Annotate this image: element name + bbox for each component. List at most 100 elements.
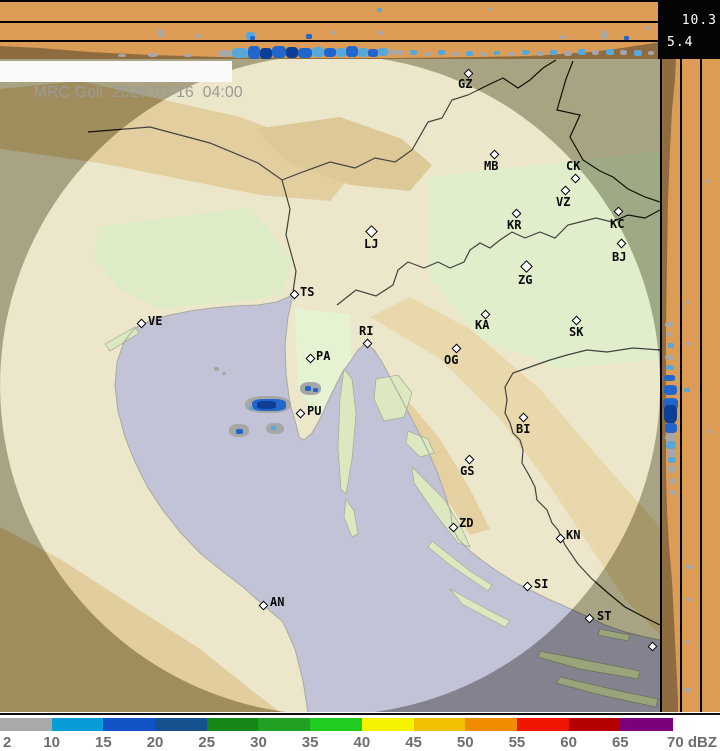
radar-echo bbox=[706, 180, 710, 183]
city-label: CK bbox=[566, 159, 581, 173]
scale-label: 65 bbox=[611, 734, 629, 751]
radar-echo bbox=[324, 48, 336, 57]
scale-label: 45 bbox=[405, 734, 422, 751]
scale-segment bbox=[516, 718, 570, 731]
radar-echo bbox=[708, 430, 712, 433]
scale-label: 55 bbox=[508, 734, 526, 751]
radar-echo bbox=[684, 688, 691, 692]
radar-echo bbox=[396, 50, 404, 55]
radar-echo bbox=[488, 7, 492, 11]
radar-echo bbox=[313, 388, 318, 392]
city-label: BI bbox=[516, 422, 531, 436]
city-label: GS bbox=[460, 464, 475, 478]
radar-echo bbox=[346, 46, 358, 57]
radar-echo bbox=[118, 54, 126, 57]
city-label: OG bbox=[444, 353, 459, 367]
radar-echo bbox=[592, 50, 599, 55]
city-label: PU bbox=[307, 404, 322, 418]
radar-echo bbox=[564, 51, 572, 56]
city-label: ST bbox=[597, 609, 612, 623]
radar-echo bbox=[452, 52, 459, 56]
radar-echo bbox=[670, 490, 676, 495]
scale-label: 25 bbox=[198, 734, 216, 751]
scale-segment bbox=[620, 718, 673, 731]
scale-label: 60 bbox=[560, 734, 577, 751]
radar-echo bbox=[378, 31, 383, 35]
radar-echo bbox=[218, 50, 232, 57]
radar-echo bbox=[686, 342, 691, 345]
radar-echo bbox=[306, 34, 312, 39]
radar-echo bbox=[410, 50, 417, 55]
panel-divider bbox=[0, 40, 660, 42]
radar-echo bbox=[336, 48, 346, 57]
radar-echo bbox=[232, 48, 248, 58]
scale-label: 15 bbox=[95, 734, 112, 751]
radar-echo bbox=[666, 332, 672, 336]
radar-echo bbox=[665, 423, 677, 433]
scale-label: 70 dBZ bbox=[666, 734, 717, 751]
color-scale-bar bbox=[0, 718, 673, 731]
radar-echo bbox=[665, 322, 673, 327]
scale-label: 30 bbox=[250, 734, 267, 751]
height-scale-box: 10.3 5.4 bbox=[658, 0, 720, 59]
radar-echo bbox=[480, 52, 487, 56]
scale-segment bbox=[413, 718, 466, 731]
header-bar: MRC Goli 2026-03-16 04:00 bbox=[0, 61, 243, 101]
radar-echo bbox=[578, 49, 586, 55]
radar-echo bbox=[601, 30, 607, 40]
radar-echo bbox=[648, 51, 654, 55]
city-label: SI bbox=[534, 577, 549, 591]
radar-echo bbox=[494, 51, 500, 55]
radar-echo bbox=[664, 385, 677, 395]
scale-segment bbox=[258, 718, 311, 731]
radar-echo bbox=[685, 565, 693, 569]
scale-segment bbox=[51, 718, 104, 731]
panel-divider bbox=[700, 59, 702, 712]
radar-echo bbox=[438, 50, 445, 55]
radar-echo bbox=[368, 49, 378, 57]
panel-divider bbox=[0, 21, 660, 23]
radar-echo bbox=[332, 31, 336, 35]
radar-echo bbox=[684, 388, 690, 392]
radar-echo bbox=[620, 50, 627, 55]
city-label: MB bbox=[484, 159, 499, 173]
radar-echo bbox=[668, 457, 676, 463]
radar-echo bbox=[508, 52, 515, 56]
radar-echo bbox=[536, 51, 544, 56]
radar-echo bbox=[666, 365, 674, 370]
radar-echo bbox=[606, 49, 614, 55]
city-label: TS bbox=[300, 285, 315, 299]
city-label: ZG bbox=[518, 273, 533, 287]
radar-echo bbox=[257, 401, 276, 409]
radar-echo bbox=[378, 48, 388, 56]
radar-echo bbox=[686, 300, 690, 303]
radar-echo bbox=[148, 53, 158, 57]
radar-echo bbox=[184, 54, 192, 57]
scale-segment bbox=[568, 718, 621, 731]
radar-echo bbox=[222, 372, 226, 375]
radar-echo bbox=[668, 465, 676, 473]
radar-echo bbox=[248, 46, 260, 59]
radar-echo bbox=[305, 386, 311, 391]
scale-label: 10 bbox=[43, 734, 61, 751]
city-label: BJ bbox=[612, 250, 627, 264]
radar-echo bbox=[236, 429, 243, 434]
city-label: ZD bbox=[459, 516, 474, 530]
scale-segment bbox=[310, 718, 363, 731]
radar-echo bbox=[260, 48, 272, 59]
scale-segment bbox=[155, 718, 208, 731]
mid-height-value: 5.4 bbox=[667, 35, 694, 50]
page-title: MRC Goli 2026-03-16 04:00 bbox=[33, 84, 243, 101]
radar-echo bbox=[298, 48, 312, 58]
radar-echo bbox=[377, 8, 382, 12]
city-label: LJ bbox=[364, 237, 379, 251]
scale-segment bbox=[361, 718, 415, 731]
scale-segment bbox=[0, 718, 53, 731]
city-label: KC bbox=[610, 217, 625, 231]
radar-echo bbox=[667, 449, 676, 457]
city-label: PA bbox=[316, 349, 331, 363]
scale-label: 20 bbox=[146, 734, 164, 751]
panel-divider bbox=[680, 59, 682, 712]
radar-screen: 10.3 5.4 GZ MB CK VZ KR KC BJ LJ ZG TS K… bbox=[0, 0, 720, 751]
radar-map: GZ MB CK VZ KR KC BJ LJ ZG TS KA SK VE RI OG PA PU BI GS ZD… bbox=[0, 59, 660, 712]
